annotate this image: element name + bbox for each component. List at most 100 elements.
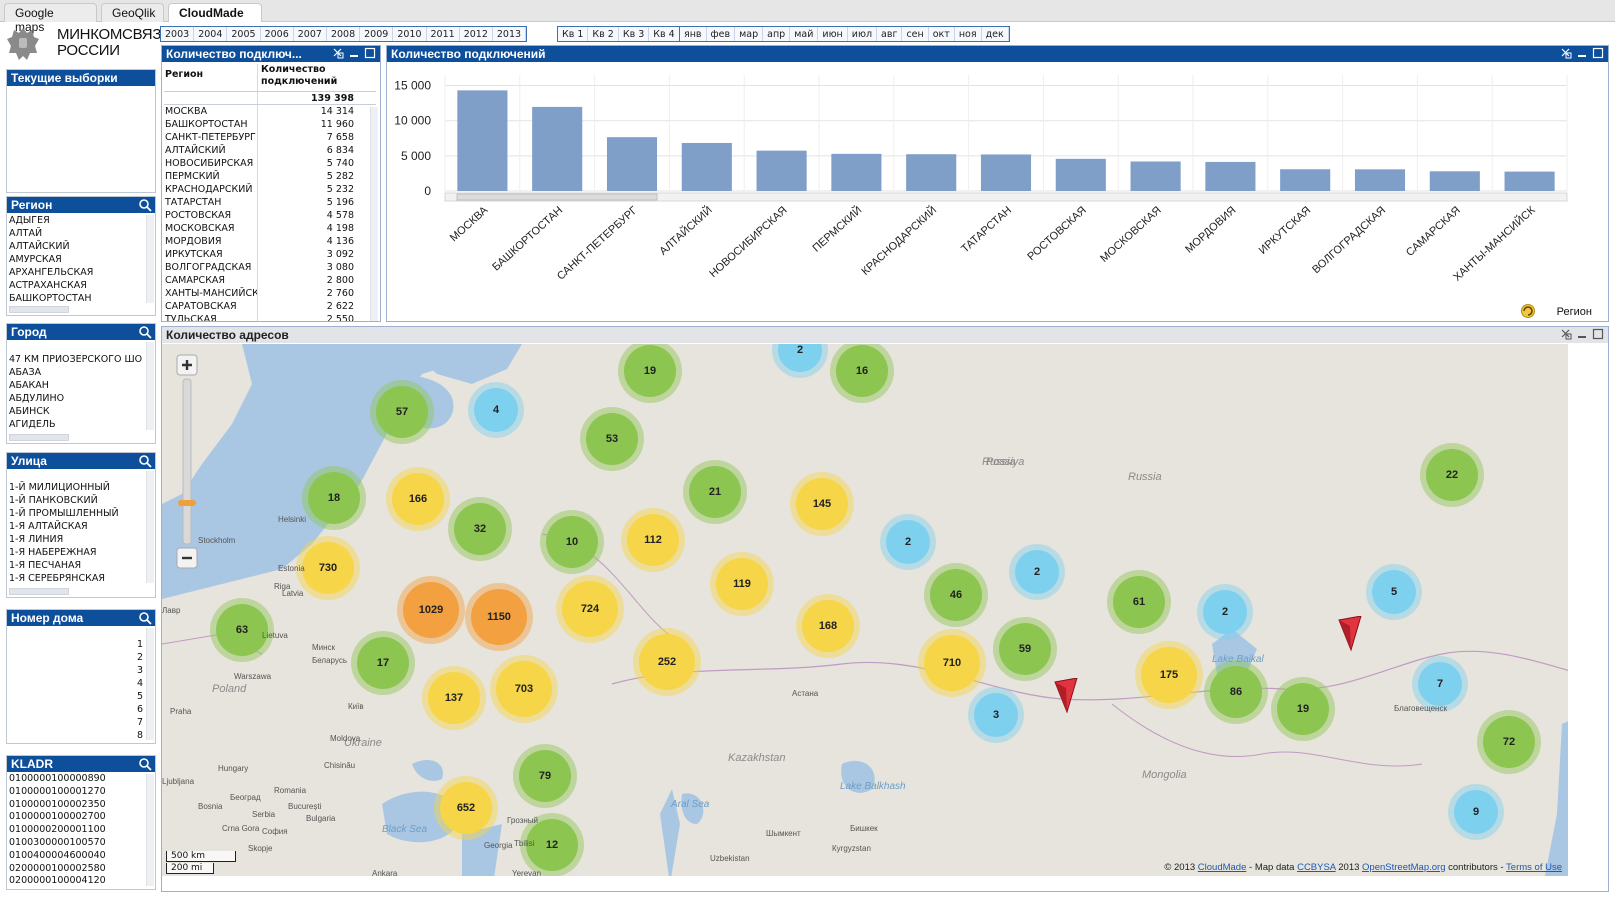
maximize-icon[interactable]	[1592, 47, 1604, 59]
scrollbar[interactable]	[9, 588, 69, 595]
house-list-item[interactable]: 5	[9, 690, 143, 703]
house-list-item[interactable]: 8	[9, 729, 143, 742]
map-cluster[interactable]: 59	[999, 623, 1051, 675]
map-cluster[interactable]: 168	[802, 600, 854, 652]
table-row[interactable]: ИРКУТСКАЯ 3 092	[164, 248, 376, 261]
map-cluster[interactable]: 2	[1015, 550, 1059, 594]
map-cluster[interactable]: 137	[428, 672, 480, 724]
bar[interactable]	[831, 153, 882, 191]
house-list-item[interactable]: 1	[9, 638, 143, 651]
map-marker-icon[interactable]	[1337, 616, 1363, 652]
map-cluster[interactable]: 63	[216, 604, 268, 656]
street-list-item[interactable]: 1-Я ПЕСЧАНАЯ	[9, 559, 153, 572]
map-cluster[interactable]: 1029	[403, 582, 459, 638]
scrollbar[interactable]	[146, 774, 154, 886]
scrollbar[interactable]	[146, 628, 154, 740]
kladr-list-item[interactable]: 0100300000100570	[9, 837, 153, 850]
col-header-region[interactable]: Регион	[164, 64, 258, 91]
region-list-item[interactable]: АСТРАХАНСКАЯ	[9, 279, 153, 292]
bar[interactable]	[1205, 161, 1256, 191]
year-filter-item[interactable]: 2012	[460, 27, 493, 41]
month-filter-item[interactable]: авг	[877, 27, 903, 41]
city-listbox[interactable]: Город 47 КМ ПРИОЗЕРСКОГО ШО АБАЗА АБАКАН АБ…	[6, 323, 156, 444]
table-row[interactable]: МОРДОВИЯ 4 136	[164, 235, 376, 248]
bar[interactable]	[1504, 171, 1555, 191]
year-filter-item[interactable]: 2003	[161, 27, 195, 41]
map-cluster[interactable]: 4	[474, 388, 518, 432]
house-list-item[interactable]: 6	[9, 703, 143, 716]
year-filter-item[interactable]: 2004	[194, 27, 228, 41]
cycle-dimension-icon[interactable]	[1520, 303, 1536, 319]
scrollbar[interactable]	[370, 107, 378, 321]
year-filter-item[interactable]: 2008	[327, 27, 361, 41]
table-row[interactable]: ТАТАРСТАН 5 196	[164, 196, 376, 209]
map-cluster[interactable]: 145	[796, 478, 848, 530]
map-cluster[interactable]: 3	[974, 693, 1018, 737]
scrollbar[interactable]	[9, 306, 69, 313]
month-filter-item[interactable]: фев	[707, 27, 736, 41]
table-row[interactable]: ПЕРМСКИЙ 5 282	[164, 170, 376, 183]
tab-cloudmade[interactable]: CloudMade	[168, 3, 262, 22]
search-icon[interactable]	[138, 325, 152, 339]
map-cluster[interactable]: 53	[586, 413, 638, 465]
map-cluster[interactable]: 724	[562, 581, 618, 637]
month-filter-item[interactable]: окт	[929, 27, 955, 41]
year-filter-item[interactable]: 2013	[493, 27, 527, 41]
table-row[interactable]: РОСТОВСКАЯ 4 578	[164, 209, 376, 222]
search-icon[interactable]	[138, 757, 152, 771]
city-list-item[interactable]: АБДУЛИНО	[9, 392, 153, 405]
region-list-item[interactable]: АДЫГЕЯ	[9, 214, 153, 227]
scrollbar[interactable]	[146, 471, 154, 583]
minimize-icon[interactable]	[1576, 328, 1588, 340]
month-filter-item[interactable]: янв	[680, 27, 707, 41]
map-cluster[interactable]: 19	[624, 345, 676, 397]
bar[interactable]	[681, 142, 732, 191]
map-cluster[interactable]: 703	[496, 661, 552, 717]
month-filter-item[interactable]: апр	[763, 27, 791, 41]
bar[interactable]	[1130, 161, 1181, 191]
month-filter-item[interactable]: сен	[902, 27, 929, 41]
city-list-item[interactable]: АБИНСК	[9, 405, 153, 418]
year-filter-item[interactable]: 2010	[393, 27, 427, 41]
search-icon[interactable]	[138, 454, 152, 468]
kladr-list-item[interactable]: 0100000100001270	[9, 786, 153, 799]
map-cluster[interactable]: 119	[716, 558, 768, 610]
kladr-list-item[interactable]: 0200000100002580	[9, 863, 153, 876]
clear-selection-icon[interactable]	[1560, 47, 1572, 59]
house-list-item[interactable]: 2	[9, 651, 143, 664]
year-filter-item[interactable]: 2009	[360, 27, 394, 41]
map-cluster[interactable]: 22	[1426, 449, 1478, 501]
city-list-item[interactable]: АБАКАН	[9, 379, 153, 392]
terms-link[interactable]: Terms of Use	[1506, 862, 1562, 873]
region-listbox[interactable]: Регион АДЫГЕЯ АЛТАЙ АЛТАЙСКИЙ АМУРСКАЯ АРХАН…	[6, 196, 156, 316]
map-cluster[interactable]: 5	[1372, 570, 1416, 614]
kladr-list-item[interactable]: 0100000100000890	[9, 773, 153, 786]
street-list-item[interactable]: 1-Й ПРОМЫШЛЕННЫЙ	[9, 507, 153, 520]
map-cluster[interactable]: 18	[308, 472, 360, 524]
street-list-item[interactable]: 1-Я НАБЕРЕЖНАЯ	[9, 546, 153, 559]
house-number-listbox[interactable]: Номер дома 12345678	[6, 609, 156, 744]
map-cluster[interactable]: 710	[924, 635, 980, 691]
map-cluster[interactable]: 652	[440, 782, 492, 834]
table-row[interactable]: САМАРСКАЯ 2 800	[164, 274, 376, 287]
street-list-item[interactable]: 1-Я АЛТАЙСКАЯ	[9, 520, 153, 533]
map-cluster[interactable]: 19	[1277, 683, 1329, 735]
table-row[interactable]: КРАСНОДАРСКИЙ 5 232	[164, 183, 376, 196]
table-row[interactable]: САРАТОВСКАЯ 2 622	[164, 300, 376, 313]
street-listbox[interactable]: Улица 1-Й МИЛИЦИОННЫЙ 1-Й ПАНКОВСКИЙ 1-Й П…	[6, 452, 156, 598]
map-marker-icon[interactable]	[1053, 678, 1079, 714]
map-cluster[interactable]: 9	[1454, 790, 1498, 834]
minimize-icon[interactable]	[1576, 47, 1588, 59]
scrollbar[interactable]	[9, 434, 69, 441]
region-list-item[interactable]: АЛТАЙ	[9, 227, 153, 240]
quarter-filter-item[interactable]: Кв 4	[649, 27, 680, 41]
scrollbar[interactable]	[146, 215, 154, 303]
bar[interactable]	[606, 137, 658, 191]
zoom-control[interactable]	[176, 354, 198, 569]
map-cluster[interactable]: 10	[546, 516, 598, 568]
table-row[interactable]: ТУЛЬСКАЯ 2 550	[164, 313, 376, 321]
kladr-list-item[interactable]: 0100000200001100	[9, 824, 153, 837]
table-row[interactable]: МОСКОВСКАЯ 4 198	[164, 222, 376, 235]
map-cluster[interactable]: 72	[1483, 716, 1535, 768]
tab-geoqlik[interactable]: GeoQlik	[101, 3, 164, 22]
